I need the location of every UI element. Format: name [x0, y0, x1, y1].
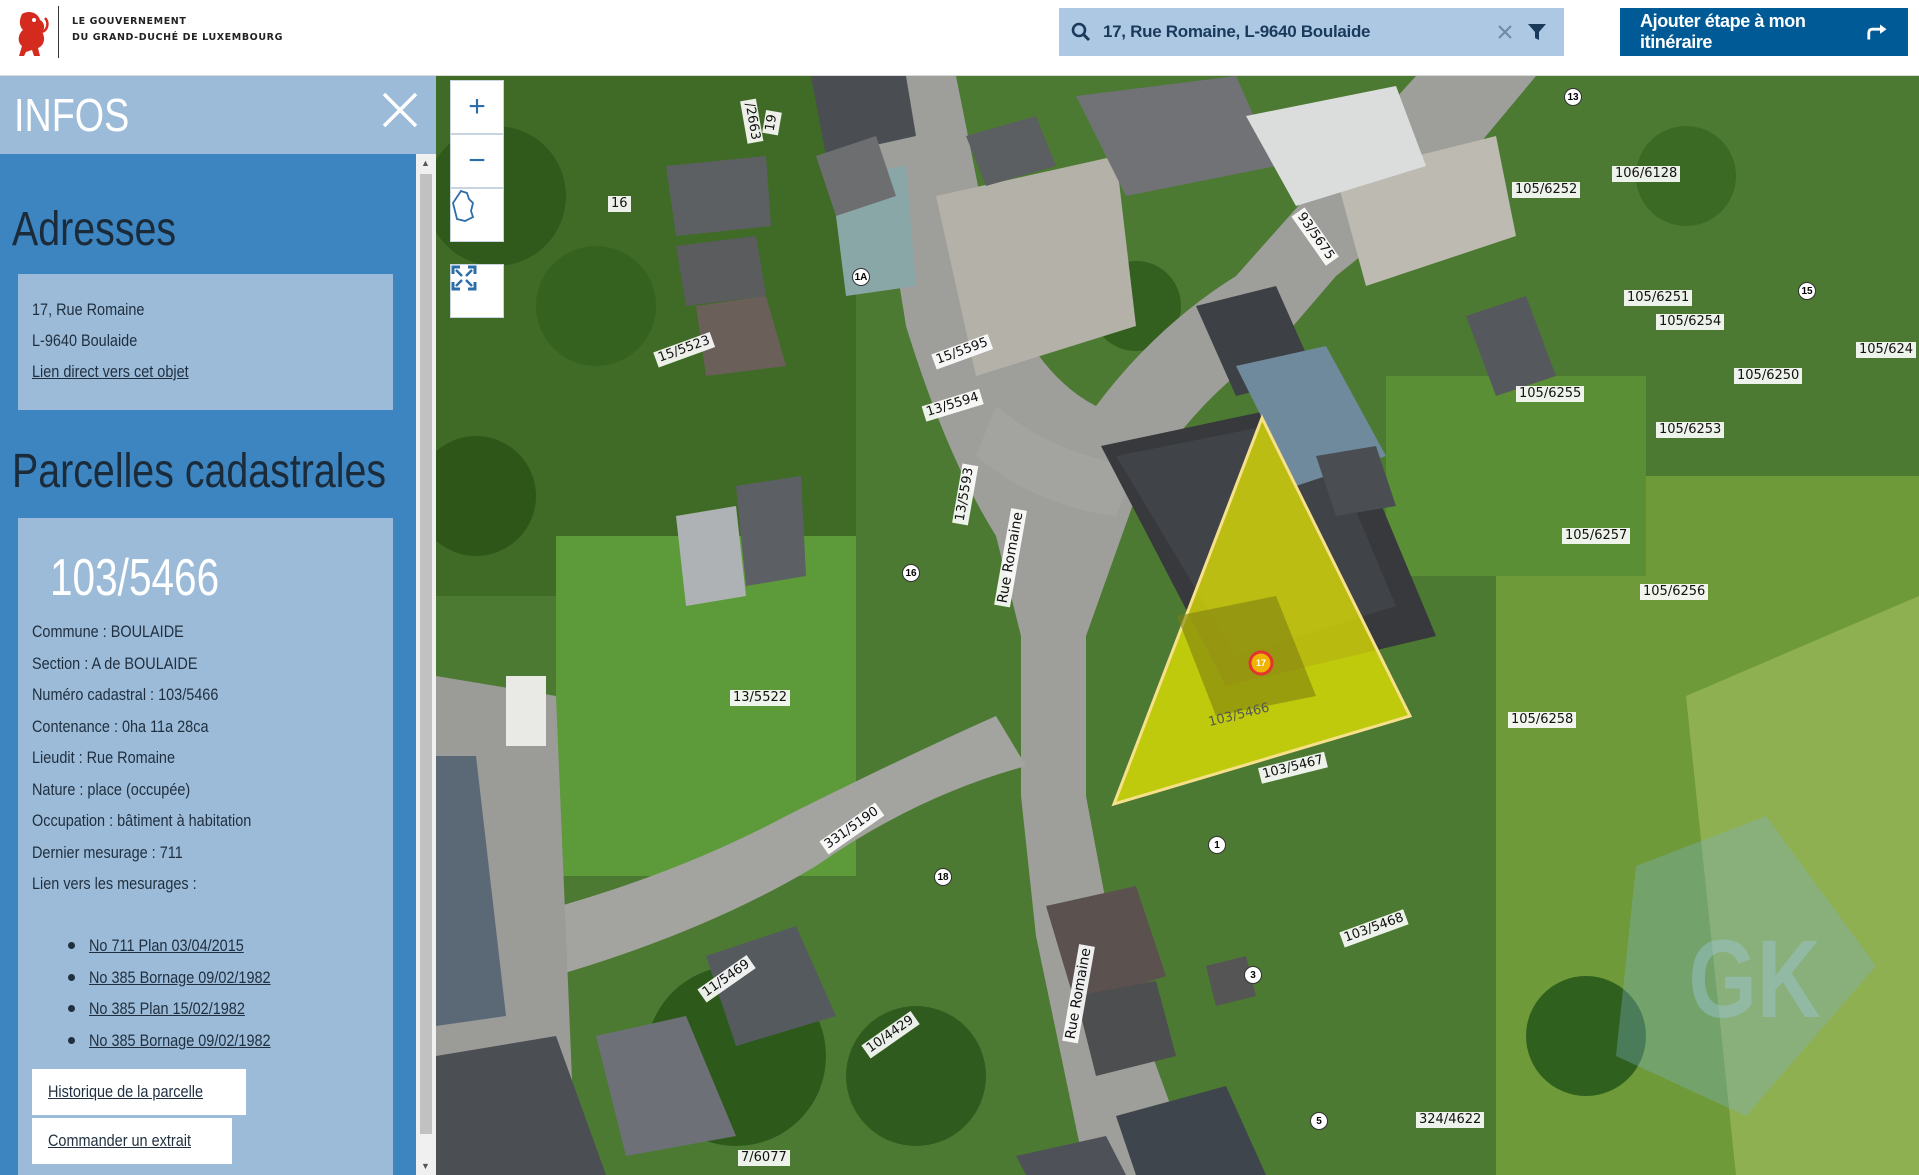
- fullscreen-button[interactable]: [450, 264, 504, 318]
- address-line-1: 17, Rue Romaine: [32, 300, 145, 319]
- country-extent-button[interactable]: [450, 188, 504, 242]
- gov-line-1: LE GOUVERNEMENT: [72, 16, 187, 27]
- house-number: 3: [1244, 966, 1262, 984]
- house-number: 1: [1208, 836, 1226, 854]
- aerial-map[interactable]: + − 15/5523 15/5595 13/5594 13/5593 13/5…: [436, 76, 1919, 1175]
- parcel-label: 324/4622: [1416, 1112, 1485, 1128]
- close-icon[interactable]: [380, 90, 420, 130]
- parcel-label: 105/624: [1856, 342, 1917, 358]
- list-item: No 711 Plan 03/04/2015: [68, 930, 303, 962]
- parcel-label: 105/6257: [1562, 528, 1631, 544]
- search-icon[interactable]: [1071, 22, 1091, 42]
- route-arrow-icon: [1867, 24, 1887, 40]
- parcel-label: 105/6254: [1656, 314, 1725, 330]
- clear-icon[interactable]: [1494, 21, 1516, 43]
- parcel-label: 105/6253: [1656, 422, 1725, 438]
- measure-link[interactable]: No 711 Plan 03/04/2015: [89, 930, 244, 962]
- parcel-label: 16: [608, 196, 631, 212]
- parcel-measures-label: Lien vers les mesurages :: [32, 874, 197, 893]
- parcel-label: 7/6077: [738, 1150, 790, 1166]
- house-number: 13: [1564, 88, 1582, 106]
- direct-link[interactable]: Lien direct vers cet objet: [32, 356, 327, 387]
- parcel-section: Section : A de BOULAIDE: [32, 653, 198, 673]
- gov-line-2: DU GRAND-DUCHÉ DE LUXEMBOURG: [72, 32, 283, 43]
- parcel-nature: Nature : place (occupée): [32, 779, 191, 799]
- zoom-in-button[interactable]: +: [450, 80, 504, 134]
- filter-icon[interactable]: [1526, 21, 1548, 43]
- parcel-history-label: Historique de la parcelle: [48, 1082, 204, 1101]
- house-number: 17: [1255, 658, 1266, 668]
- house-number: 16: [902, 564, 920, 582]
- sidebar-title: INFOS: [14, 89, 130, 141]
- measures-list: No 711 Plan 03/04/2015 No 385 Bornage 09…: [68, 930, 303, 1056]
- parcel-lieudit: Lieudit : Rue Romaine: [32, 748, 175, 767]
- parcels-heading: Parcelles cadastrales: [12, 445, 387, 498]
- measure-link[interactable]: No 385 Plan 15/02/1982: [89, 993, 245, 1025]
- list-item: No 385 Bornage 09/02/1982: [68, 962, 303, 994]
- itinerary-label: Ajouter étape à mon itinéraire: [1640, 11, 1806, 52]
- sidebar-content[interactable]: Adresses 17, Rue Romaine L-9640 Boulaide…: [0, 154, 416, 1175]
- sidebar-scrollbar[interactable]: ▲ ▼: [416, 154, 436, 1175]
- add-itinerary-step-button[interactable]: Ajouter étape à mon itinéraire: [1620, 8, 1908, 56]
- zoom-out-button[interactable]: −: [450, 134, 504, 188]
- parcel-area: Contenance : 0ha 11a 28ca: [32, 716, 209, 736]
- logo-divider: [58, 6, 59, 58]
- parcel-cadastral-number: Numéro cadastral : 103/5466: [32, 685, 219, 704]
- parcel-label: 106/6128: [1612, 166, 1681, 182]
- address-card: 17, Rue Romaine L-9640 Boulaide Lien dir…: [18, 274, 393, 410]
- order-extract-label: Commander un extrait: [48, 1131, 191, 1150]
- search-box[interactable]: 17, Rue Romaine, L-9640 Boulaide: [1059, 8, 1564, 56]
- list-item: No 385 Plan 15/02/1982: [68, 993, 303, 1025]
- government-name[interactable]: LE GOUVERNEMENT DU GRAND-DUCHÉ DE LUXEMB…: [72, 14, 283, 46]
- top-header: LE GOUVERNEMENT DU GRAND-DUCHÉ DE LUXEMB…: [0, 0, 1919, 76]
- lion-logo-icon[interactable]: [14, 8, 50, 58]
- info-sidebar: INFOS Adresses 17, Rue Romaine L-9640 Bo…: [0, 76, 436, 1175]
- measure-link[interactable]: No 385 Bornage 09/02/1982: [89, 962, 271, 994]
- sidebar-header: INFOS: [0, 76, 436, 154]
- house-number: 18: [934, 868, 952, 886]
- house-number: 5: [1310, 1112, 1328, 1130]
- parcel-label: 105/6252: [1512, 182, 1581, 198]
- parcel-label: 105/6250: [1734, 368, 1803, 384]
- list-item: No 385 Bornage 09/02/1982: [68, 1025, 303, 1057]
- parcel-details: Commune : BOULAIDE Section : A de BOULAI…: [32, 616, 290, 900]
- addresses-heading: Adresses: [12, 203, 177, 256]
- parcel-label: 105/6255: [1516, 386, 1585, 402]
- house-number: 1A: [852, 268, 870, 286]
- parcel-number: 103/5466: [50, 549, 220, 607]
- address-line-2: L-9640 Boulaide: [32, 331, 138, 350]
- parcel-last-measure: Dernier mesurage : 711: [32, 842, 183, 862]
- parcel-history-button[interactable]: Historique de la parcelle: [32, 1069, 247, 1115]
- parcel-label: 105/6256: [1640, 584, 1709, 600]
- house-number: 15: [1798, 282, 1816, 300]
- parcel-label: 105/6251: [1624, 290, 1693, 306]
- watermark-logo: GK: [1688, 918, 1821, 1041]
- search-input[interactable]: 17, Rue Romaine, L-9640 Boulaide: [1103, 22, 1494, 42]
- order-extract-button[interactable]: Commander un extrait: [32, 1118, 233, 1164]
- fullscreen-icon: [451, 265, 477, 291]
- measure-link[interactable]: No 385 Bornage 09/02/1982: [89, 1025, 271, 1057]
- parcel-label: 105/6258: [1508, 712, 1577, 728]
- luxembourg-outline-icon: [452, 189, 475, 222]
- scroll-down-icon[interactable]: ▼: [421, 1161, 430, 1171]
- parcel-commune: Commune : BOULAIDE: [32, 622, 184, 641]
- parcel-occupation: Occupation : bâtiment à habitation: [32, 811, 252, 830]
- scroll-up-icon[interactable]: ▲: [421, 158, 430, 168]
- parcel-card: 103/5466 Commune : BOULAIDE Section : A …: [18, 518, 393, 1175]
- parcel-label: 13/5522: [730, 690, 791, 706]
- scrollbar-thumb[interactable]: [420, 174, 432, 1134]
